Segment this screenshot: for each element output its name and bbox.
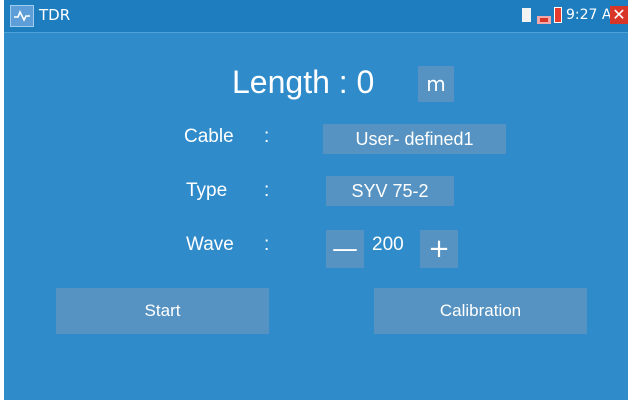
app-title: TDR	[39, 6, 71, 24]
network-icon	[537, 10, 551, 24]
start-button[interactable]: Start	[56, 288, 269, 334]
type-colon: :	[264, 180, 270, 201]
unit-selector[interactable]: m	[418, 66, 454, 102]
sd-card-icon	[522, 8, 531, 22]
cable-colon: :	[264, 126, 270, 147]
cable-selector[interactable]: User- defined1	[323, 124, 506, 154]
type-selector[interactable]: SYV 75-2	[326, 176, 454, 206]
status-bar: TDR 9:27 AM ✕	[4, 0, 628, 33]
wave-decrease-button[interactable]: —	[326, 230, 364, 268]
wave-colon: :	[264, 234, 270, 255]
type-label: Type	[186, 180, 228, 201]
wave-value: 200	[372, 234, 404, 255]
battery-icon	[554, 7, 562, 23]
calibration-button[interactable]: Calibration	[374, 288, 587, 334]
tdr-app-icon[interactable]	[10, 5, 34, 27]
wave-label: Wave	[186, 234, 234, 255]
length-readout: Length : 0	[232, 64, 375, 100]
wave-increase-button[interactable]: +	[420, 230, 458, 268]
close-icon[interactable]: ✕	[610, 6, 628, 24]
tdr-screen: TDR 9:27 AM ✕ Length : 0 m Cable : User-…	[4, 0, 628, 400]
cable-label: Cable	[184, 126, 234, 147]
